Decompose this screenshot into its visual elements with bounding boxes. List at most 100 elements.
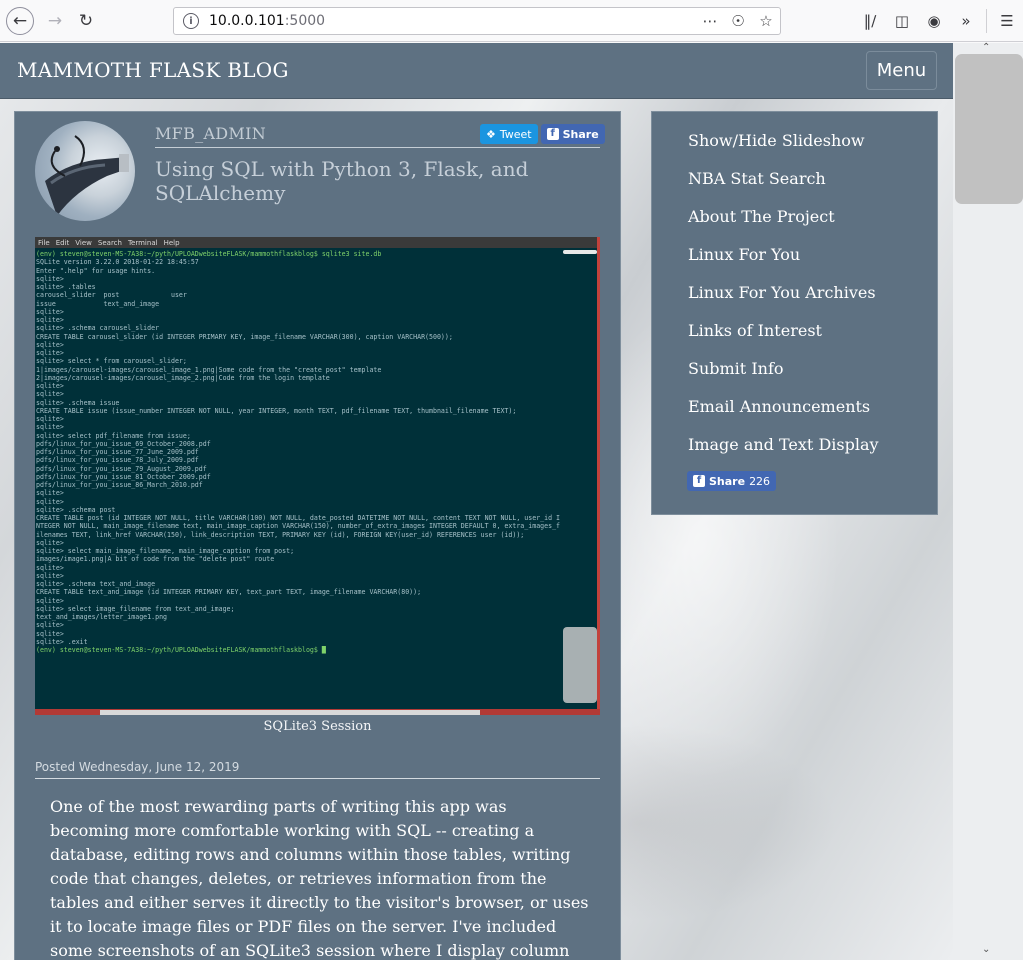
posted-date: Posted Wednesday, June 12, 2019	[35, 760, 240, 774]
terminal-line: sqlite>	[36, 307, 64, 316]
terminal-screenshot: File Edit View Search Terminal Help (env) ste…	[35, 237, 600, 715]
terminal-line: sqlite> select pdf_filename from issue;	[36, 431, 191, 440]
terminal-line: pdfs/linux_for_you_issue_78_July_2009.pd…	[36, 456, 199, 465]
terminal-line: sqlite>	[36, 571, 64, 580]
terminal-line: pdfs/linux_for_you_issue_79_August_2009.…	[36, 464, 207, 473]
share-label: Share	[709, 474, 746, 488]
terminal-line: pdfs/linux_for_you_issue_86_March_2010.p…	[36, 481, 203, 489]
terminal-line: sqlite>	[36, 489, 64, 498]
site-header: MAMMOTH FLASK BLOG Menu	[0, 43, 953, 99]
tweet-button[interactable]: ❖ Tweet	[480, 124, 538, 144]
terminal-line: sqlite>	[36, 621, 64, 630]
terminal-line: images/image1.png|A bit of code from the…	[36, 555, 275, 564]
terminal-line: sqlite> select main_image_filename, main…	[36, 547, 295, 555]
sidebar-item-about-the-project[interactable]: About The Project	[688, 207, 835, 226]
sidebar-icon[interactable]: ◫	[886, 8, 918, 34]
terminal-line: sqlite> select * from carousel_slider;	[36, 357, 187, 366]
sidebar-item-email-announcements[interactable]: Email Announcements	[688, 397, 870, 416]
url-bar[interactable]: i 10.0.0.101:5000 ⋯ ☉ ☆	[173, 7, 781, 35]
browser-toolbar: ← → ↻ i 10.0.0.101:5000 ⋯ ☉ ☆ ‖∕ ◫ ◉ » ☰	[0, 0, 1023, 42]
terminal-line: CREATE TABLE post (id INTEGER NOT NULL, …	[36, 514, 561, 522]
terminal-line: sqlite>	[36, 596, 64, 605]
terminal-line: issue text_and_image	[36, 299, 160, 308]
terminal-menu-item: View	[75, 238, 92, 247]
sidebar-item-submit-info[interactable]: Submit Info	[688, 359, 784, 378]
terminal-scroll-indicator	[563, 250, 597, 254]
back-arrow-icon[interactable]: ←	[6, 7, 34, 35]
terminal-line: pdfs/linux_for_you_issue_81_October_2009…	[36, 472, 211, 481]
terminal-line: sqlite>	[36, 390, 64, 399]
site-brand[interactable]: MAMMOTH FLASK BLOG	[17, 58, 289, 82]
terminal-line: sqlite>	[36, 316, 64, 324]
facebook-share-button[interactable]: f Share	[540, 124, 605, 144]
title-divider	[155, 147, 600, 148]
terminal-edge	[597, 237, 600, 715]
forward-arrow-icon[interactable]: →	[42, 8, 68, 34]
powder-horn-icon	[45, 135, 129, 216]
share-label: Share	[562, 127, 599, 141]
terminal-line: sqlite> .exit	[36, 637, 88, 646]
terminal-line: ilenames TEXT, link_href VARCHAR(150), l…	[36, 530, 525, 539]
terminal-output: (env) steven@steven-MS-7A38:~/pyth/UPLOA…	[35, 250, 565, 654]
terminal-line: sqlite> .schema carousel_slider	[36, 324, 160, 333]
terminal-line: CREATE TABLE carousel_slider (id INTEGER…	[36, 332, 453, 341]
terminal-line: sqlite> select image_filename from text_…	[36, 604, 235, 613]
url-port: :5000	[284, 13, 326, 29]
terminal-line: sqlite> .schema post	[36, 505, 116, 514]
terminal-line: sqlite>	[36, 423, 64, 432]
scroll-up-arrow-icon[interactable]: ⌃	[982, 42, 990, 53]
terminal-line: 2|images/carousel-images/carousel_image_…	[36, 373, 330, 382]
terminal-menu-item: Search	[97, 238, 122, 247]
posted-divider	[35, 778, 600, 779]
terminal-line: sqlite> .schema issue	[36, 398, 120, 407]
sidebar-nav: Show/Hide Slideshow NBA Stat Search About …	[651, 111, 938, 515]
terminal-line: pdfs/linux_for_you_issue_77_June_2009.pd…	[36, 448, 199, 456]
post-card: MFB_ADMIN ❖ Tweet f Share Using SQL with P…	[14, 111, 621, 960]
toolbar-separator	[986, 9, 987, 33]
scroll-down-arrow-icon[interactable]: ⌄	[982, 944, 990, 955]
sidebar-item-show-hide-slideshow[interactable]: Show/Hide Slideshow	[688, 131, 865, 150]
terminal-line: 1|images/carousel-images/carousel_image_…	[36, 365, 382, 374]
hamburger-menu-icon[interactable]: ☰	[991, 8, 1023, 34]
url-host: 10.0.0.101	[209, 13, 285, 29]
sidebar-item-nba-stat-search[interactable]: NBA Stat Search	[688, 169, 826, 188]
twitter-bird-icon: ❖	[486, 127, 496, 141]
image-caption: SQLite3 Session	[263, 719, 372, 734]
terminal-bottom-bar	[35, 709, 600, 715]
library-icon[interactable]: ‖∕	[854, 8, 886, 34]
bookmark-star-icon[interactable]: ☆	[756, 11, 776, 31]
terminal-line: CREATE TABLE issue (issue_number INTEGER…	[36, 406, 517, 415]
sidebar-item-image-and-text-display[interactable]: Image and Text Display	[688, 435, 879, 454]
menu-button[interactable]: Menu	[866, 51, 937, 90]
terminal-line: sqlite>	[36, 382, 64, 390]
terminal-line: sqlite>	[36, 538, 64, 547]
terminal-line: sqlite>	[36, 349, 64, 357]
share-count: 226	[749, 474, 771, 488]
url-text[interactable]: 10.0.0.101:5000	[209, 13, 325, 29]
sidebar-item-linux-for-you-archives[interactable]: Linux For You Archives	[688, 283, 876, 302]
post-body: One of the most rewarding parts of writi…	[50, 797, 589, 960]
terminal-line: sqlite>	[36, 274, 64, 283]
info-icon[interactable]: i	[183, 13, 199, 29]
terminal-line: sqlite>	[36, 563, 64, 572]
post-author: MFB_ADMIN	[155, 124, 267, 143]
social-share-buttons: ❖ Tweet f Share	[480, 124, 605, 144]
pocket-icon[interactable]: ☉	[728, 11, 748, 31]
page-actions-icon[interactable]: ⋯	[700, 11, 720, 31]
sidebar-item-linux-for-you[interactable]: Linux For You	[688, 245, 800, 264]
account-icon[interactable]: ◉	[918, 8, 950, 34]
facebook-icon: f	[546, 128, 559, 140]
terminal-line: SQLite version 3.22.0 2018-01-22 18:45:5…	[36, 258, 199, 267]
tweet-label: Tweet	[499, 127, 532, 141]
scrollbar-thumb[interactable]	[955, 54, 1023, 204]
post-title: Using SQL with Python 3, Flask, and SQLA…	[155, 157, 529, 205]
terminal-menu-item: Edit	[55, 238, 70, 247]
terminal-line: text_and_images/letter_image1.png	[36, 613, 168, 621]
terminal-line: sqlite>	[36, 497, 64, 506]
reload-icon[interactable]: ↻	[73, 8, 99, 34]
author-avatar	[35, 121, 135, 221]
terminal-line: Enter ".help" for usage hints.	[36, 266, 156, 275]
sidebar-item-links-of-interest[interactable]: Links of Interest	[688, 321, 822, 340]
sidebar-facebook-share-button[interactable]: f Share 226	[687, 471, 777, 491]
overflow-chevron-icon[interactable]: »	[950, 8, 982, 34]
